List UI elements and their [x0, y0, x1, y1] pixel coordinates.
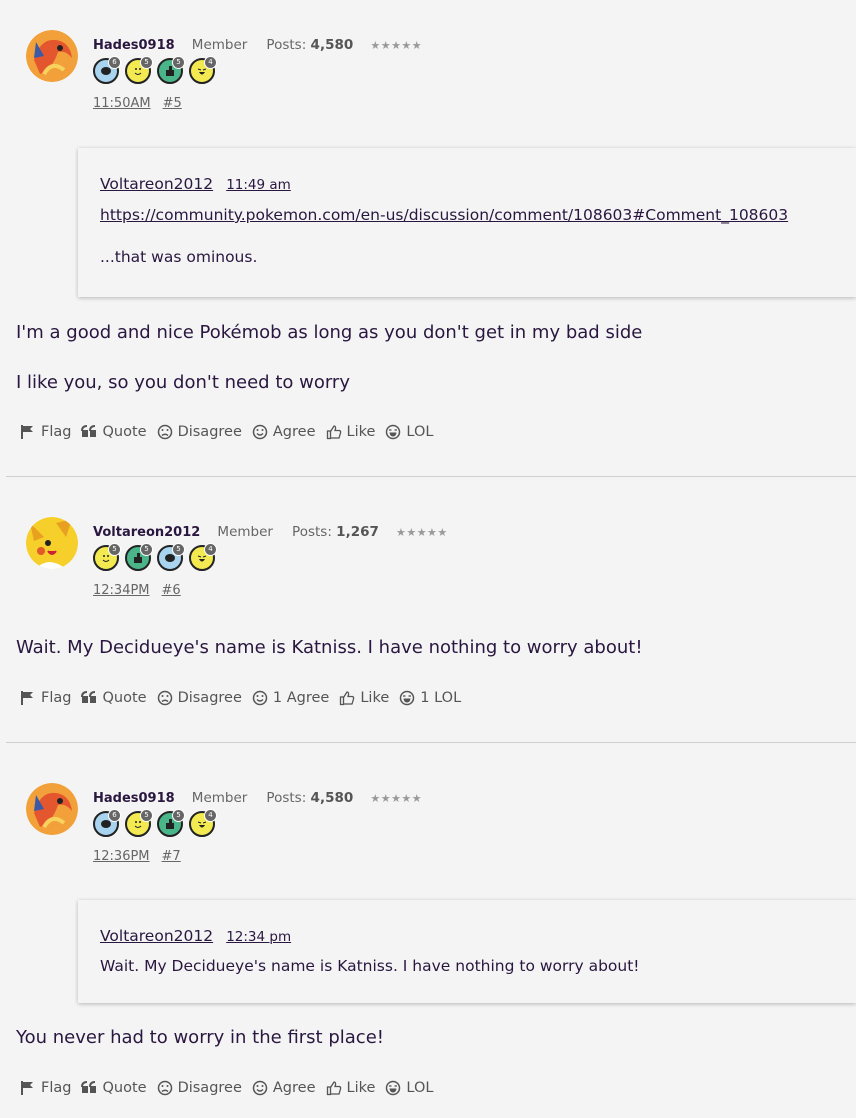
quote-author[interactable]: Voltareon2012 — [100, 927, 213, 945]
frown-icon — [157, 690, 172, 706]
quote-icon — [81, 425, 97, 437]
username[interactable]: Voltareon2012 — [93, 525, 200, 540]
post-7: Hades0918 Member Posts: 4,580 ★★★★★ 6 5 … — [6, 743, 856, 1118]
rank-stars-icon: ★★★★★ — [370, 39, 423, 52]
comment-badge-icon[interactable]: 6 — [93, 56, 121, 84]
flag-icon — [21, 1081, 33, 1095]
post-5: Hades0918 Member Posts: 4,580 ★★★★★ 6 5 … — [6, 0, 856, 477]
flag-button[interactable]: Flag — [20, 1080, 71, 1096]
post-timestamp: 12:34PM #6 — [93, 583, 448, 598]
quote-button[interactable]: Quote — [81, 1080, 147, 1096]
smile-icon — [252, 690, 268, 706]
frown-icon — [157, 424, 172, 440]
like-badge-icon[interactable]: 5 — [157, 56, 185, 84]
laugh-badge-icon[interactable]: 4 — [189, 543, 217, 571]
laugh-icon — [400, 690, 415, 706]
lol-button[interactable]: LOL — [385, 1080, 433, 1096]
like-badge-icon[interactable]: 5 — [157, 809, 185, 837]
quote-block: Voltareon2012 12:34 pm Wait. My Deciduey… — [78, 900, 856, 1003]
like-button[interactable]: Like — [326, 424, 375, 440]
user-role: Member — [191, 37, 248, 53]
frown-icon — [157, 1080, 172, 1096]
lol-button[interactable]: LOL — [385, 424, 433, 440]
post-body-line: You never had to worry in the first plac… — [16, 1027, 384, 1048]
flag-icon — [21, 425, 33, 439]
disagree-button[interactable]: Disagree — [157, 690, 242, 706]
flag-button[interactable]: Flag — [20, 690, 71, 706]
quote-time[interactable]: 12:34 pm — [226, 929, 291, 945]
author-meta: Hades0918 Member Posts: 4,580 ★★★★★ 6 5 … — [93, 34, 422, 111]
badge-list: 6 5 5 4 — [93, 809, 422, 837]
post-timestamp: 12:36PM #7 — [93, 849, 422, 864]
smile-badge-icon[interactable]: 5 — [93, 543, 121, 571]
disagree-button[interactable]: Disagree — [157, 1080, 242, 1096]
post-body-line: Wait. My Decidueye's name is Katniss. I … — [16, 637, 643, 658]
quote-block: Voltareon2012 11:49 am https://community… — [78, 148, 856, 297]
agree-button[interactable]: 1 Agree — [252, 690, 329, 706]
author-meta: Voltareon2012 Member Posts: 1,267 ★★★★★ … — [93, 521, 448, 598]
thumbs-up-icon — [326, 1081, 341, 1096]
like-button[interactable]: Like — [326, 1080, 375, 1096]
laugh-badge-icon[interactable]: 4 — [189, 809, 217, 837]
post-6: Voltareon2012 Member Posts: 1,267 ★★★★★ … — [6, 477, 856, 743]
quote-icon — [81, 1081, 97, 1093]
quote-button[interactable]: Quote — [81, 690, 147, 706]
badge-list: 6 5 5 4 — [93, 56, 422, 84]
quote-icon — [81, 691, 97, 703]
post-body-line: I like you, so you don't need to worry — [16, 372, 350, 393]
reaction-bar: Flag Quote Disagree Agree Like LOL — [20, 424, 443, 440]
like-badge-icon[interactable]: 5 — [125, 543, 153, 571]
author-meta: Hades0918 Member Posts: 4,580 ★★★★★ 6 5 … — [93, 787, 422, 864]
smile-badge-icon[interactable]: 5 — [125, 809, 153, 837]
post-time-link[interactable]: 11:50AM — [93, 96, 151, 111]
post-time-link[interactable]: 12:36PM — [93, 849, 150, 864]
like-button[interactable]: Like — [339, 690, 389, 706]
agree-button[interactable]: Agree — [252, 1080, 316, 1096]
reaction-bar: Flag Quote Disagree 1 Agree Like 1 LOL — [20, 690, 471, 706]
post-body-line: I'm a good and nice Pokémob as long as y… — [16, 322, 643, 343]
lol-button[interactable]: 1 LOL — [399, 690, 461, 706]
rank-stars-icon: ★★★★★ — [370, 792, 423, 805]
avatar[interactable] — [26, 783, 78, 835]
post-number-link[interactable]: #7 — [162, 849, 181, 864]
reaction-bar: Flag Quote Disagree Agree Like LOL — [20, 1080, 443, 1096]
post-count: Posts: 4,580 — [266, 790, 354, 806]
smile-icon — [252, 1080, 268, 1096]
post-count: Posts: 1,267 — [292, 524, 379, 540]
user-role: Member — [217, 524, 273, 540]
thumbs-up-icon — [340, 691, 355, 706]
post-timestamp: 11:50AM #5 — [93, 96, 422, 111]
laugh-badge-icon[interactable]: 4 — [189, 56, 217, 84]
quote-time[interactable]: 11:49 am — [226, 177, 291, 193]
laugh-icon — [386, 1080, 401, 1096]
avatar[interactable] — [26, 30, 78, 82]
smile-badge-icon[interactable]: 5 — [125, 56, 153, 84]
avatar[interactable] — [26, 517, 78, 569]
post-count: Posts: 4,580 — [266, 37, 354, 53]
agree-button[interactable]: Agree — [252, 424, 316, 440]
thumbs-up-icon — [326, 425, 341, 440]
laugh-icon — [386, 424, 401, 440]
username[interactable]: Hades0918 — [93, 38, 175, 53]
flag-icon — [21, 691, 33, 705]
quote-button[interactable]: Quote — [81, 424, 147, 440]
post-number-link[interactable]: #6 — [162, 583, 181, 598]
badge-list: 5 5 5 4 — [93, 543, 448, 571]
smile-icon — [252, 424, 268, 440]
quote-link[interactable]: https://community.pokemon.com/en-us/disc… — [100, 206, 788, 224]
flag-button[interactable]: Flag — [20, 424, 71, 440]
comment-badge-icon[interactable]: 6 — [93, 809, 121, 837]
username[interactable]: Hades0918 — [93, 791, 175, 806]
comment-badge-icon[interactable]: 5 — [157, 543, 185, 571]
user-role: Member — [191, 790, 248, 806]
quote-text: Wait. My Decidueye's name is Katniss. I … — [100, 957, 640, 975]
post-number-link[interactable]: #5 — [163, 96, 182, 111]
rank-stars-icon: ★★★★★ — [395, 526, 448, 539]
disagree-button[interactable]: Disagree — [157, 424, 242, 440]
post-time-link[interactable]: 12:34PM — [93, 583, 150, 598]
quote-text: ...that was ominous. — [100, 248, 258, 266]
quote-author[interactable]: Voltareon2012 — [100, 175, 213, 193]
